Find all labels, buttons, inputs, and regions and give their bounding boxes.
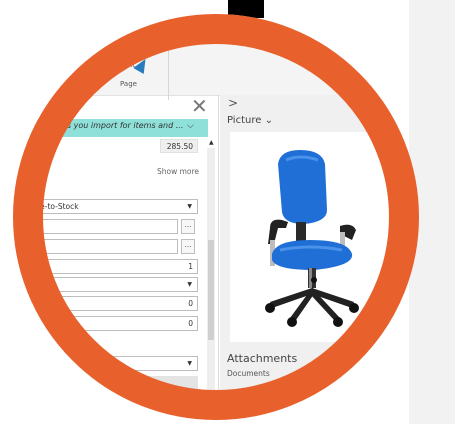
numeric-field-a[interactable]: 0: [20, 296, 198, 311]
unit-price-field[interactable]: 285.50: [160, 139, 198, 153]
magnifier-lens: ous Next Page ✕ images you import for it…: [13, 14, 419, 420]
replenishment-dropdown[interactable]: Make-to-Stock ▼: [20, 199, 198, 214]
method-value: ual: [41, 280, 53, 289]
next-arrow-icon[interactable]: [133, 55, 151, 75]
show-more-link[interactable]: Show more: [157, 167, 199, 176]
dropdown-arrow-icon: ▼: [187, 203, 192, 210]
pane-divider: [218, 95, 219, 420]
chevron-right-icon[interactable]: >: [228, 96, 238, 110]
next-button-label[interactable]: Next: [119, 61, 135, 69]
ribbon: ous Next Page: [13, 20, 419, 100]
lookup-field-2[interactable]: [20, 239, 178, 254]
item-attributes-title[interactable]: Item Attribu: [227, 388, 293, 401]
item-picture: [230, 132, 419, 342]
method-dropdown[interactable]: ual ▼: [20, 277, 198, 292]
replenishment-value: Make-to-Stock: [25, 202, 79, 211]
dropdown-arrow-icon: ▼: [187, 281, 192, 288]
bottom-dropdown[interactable]: ▼: [20, 356, 198, 371]
notification-text: images you import for items and ...: [42, 121, 184, 130]
lookup-field-1[interactable]: [20, 219, 178, 234]
screenshot-canvas: ous Next Page ✕ images you import for it…: [0, 0, 455, 424]
ribbon-separator: [168, 50, 169, 100]
documents-label[interactable]: Documents: [227, 369, 270, 378]
scroll-up-icon[interactable]: ▲: [209, 139, 214, 146]
lookup-button-1[interactable]: ...: [181, 219, 195, 234]
picture-section-title[interactable]: Picture ⌄: [227, 115, 273, 126]
numeric-field-b[interactable]: 0: [20, 316, 198, 331]
ribbon-group-label: Page: [120, 80, 137, 88]
numeric-value-b: 0: [188, 319, 193, 328]
office-chair-image: [265, 150, 359, 327]
close-icon[interactable]: ✕: [191, 96, 208, 116]
unit-price-value: 285.50: [166, 142, 193, 151]
notification-bar[interactable]: images you import for items and ... ⌵: [13, 119, 208, 137]
footer-bar: [13, 376, 198, 391]
scrollbar-thumb[interactable]: [208, 240, 214, 340]
numeric-value-a: 0: [188, 299, 193, 308]
previous-button-label[interactable]: ous: [96, 61, 108, 69]
dropdown-arrow-icon: ▼: [187, 360, 192, 367]
lookup-button-2[interactable]: ...: [181, 239, 195, 254]
chevron-down-icon[interactable]: ⌵: [187, 121, 194, 131]
attachments-title[interactable]: Attachments: [227, 352, 297, 365]
quantity-value: 1: [188, 262, 193, 271]
quantity-field[interactable]: 1: [20, 259, 198, 274]
